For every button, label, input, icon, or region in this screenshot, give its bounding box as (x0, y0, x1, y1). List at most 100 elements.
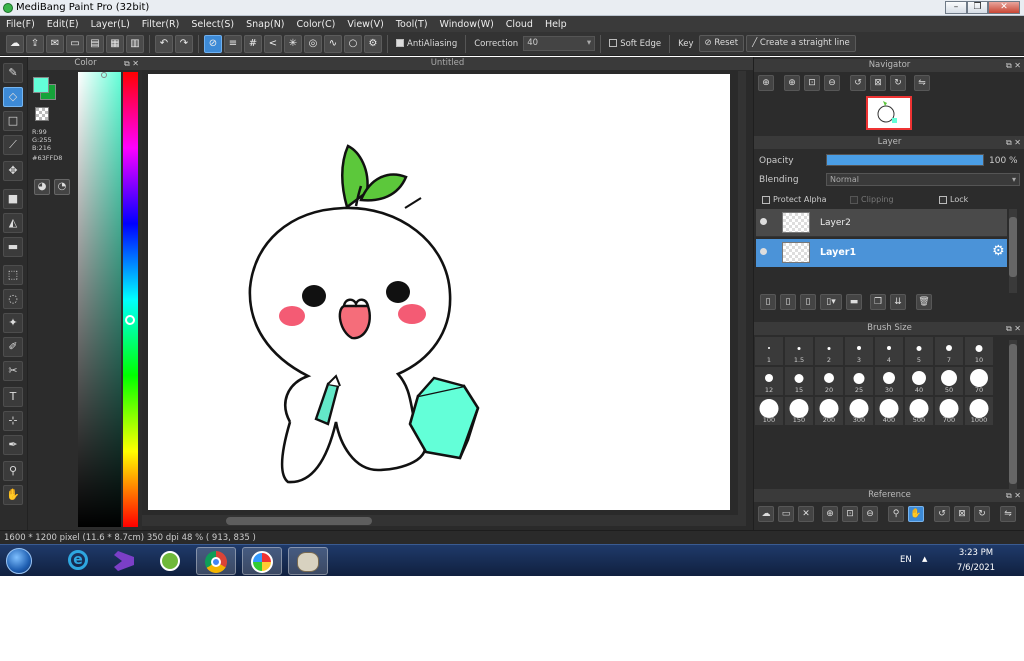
zoom-out-icon[interactable]: ⊖ (824, 75, 840, 91)
flip-horizontal-icon[interactable]: ⇋ (1000, 506, 1016, 522)
soft-edge-toggle[interactable]: Soft Edge (606, 39, 664, 49)
brush-size-option[interactable]: 20 (815, 367, 844, 396)
panel-float-close-icon[interactable]: ⧉ ✕ (1006, 322, 1021, 335)
new-layer-color-icon[interactable]: ▯ (780, 294, 796, 310)
brush-size-option[interactable]: 2 (815, 337, 844, 366)
text-tool-icon[interactable]: T (3, 387, 23, 407)
close-button[interactable]: ✕ (988, 1, 1020, 14)
rotate-right-icon[interactable]: ↻ (890, 75, 906, 91)
brush-size-option[interactable]: 500 (905, 397, 934, 426)
page-icon[interactable]: ▤ (86, 34, 104, 53)
brush-size-option[interactable]: 30 (875, 367, 904, 396)
new-layer-icon[interactable]: ▯ (760, 294, 776, 310)
rotate-right-icon[interactable]: ↻ (974, 506, 990, 522)
new-folder-icon[interactable]: ▬ (846, 294, 862, 310)
move-tool-icon[interactable]: ✥ (3, 161, 23, 181)
redo-icon[interactable]: ↷ (175, 34, 193, 53)
correction-select[interactable]: 40 (523, 36, 596, 51)
menu-help[interactable]: Help (539, 19, 573, 30)
menu-cloud[interactable]: Cloud (500, 19, 539, 30)
brush-size-option[interactable]: 50 (935, 367, 964, 396)
brush-size-option[interactable]: 200 (815, 397, 844, 426)
hand-icon[interactable]: ✋ (908, 506, 924, 522)
menu-tool[interactable]: Tool(T) (390, 19, 434, 30)
fit-window-icon[interactable]: ⊡ (842, 506, 858, 522)
drawing-canvas[interactable] (148, 74, 730, 510)
brush-size-option[interactable]: 12 (755, 367, 784, 396)
brush-size-option[interactable]: 3 (845, 337, 874, 366)
transparent-swatch[interactable] (35, 107, 49, 121)
reset-rotation-icon[interactable]: ⊠ (954, 506, 970, 522)
delete-layer-icon[interactable]: 🗑 (916, 294, 932, 310)
select-pen-tool-icon[interactable]: ✐ (3, 337, 23, 357)
opacity-slider[interactable] (826, 154, 984, 166)
new-layer-menu-icon[interactable]: ▯▾ (820, 294, 842, 310)
blending-select[interactable]: Normal ▾ (826, 173, 1020, 186)
navigator-preview[interactable] (866, 96, 912, 130)
brush-size-option[interactable]: 5 (905, 337, 934, 366)
hue-slider[interactable] (123, 72, 138, 527)
horizontal-scroll-thumb[interactable] (226, 517, 372, 525)
divide-tool-icon[interactable]: ⊹ (3, 411, 23, 431)
foreground-color-swatch[interactable] (33, 77, 49, 93)
undo-icon[interactable]: ↶ (155, 34, 173, 53)
merge-down-icon[interactable]: ⇊ (890, 294, 906, 310)
checkbox-icon[interactable] (609, 39, 618, 47)
menu-snap[interactable]: Snap(N) (240, 19, 290, 30)
grid-icon[interactable]: ▥ (126, 34, 144, 53)
protect-alpha-toggle[interactable]: Protect Alpha (762, 195, 827, 204)
brush-size-option[interactable]: 150 (785, 397, 814, 426)
bucket-tool-icon[interactable]: ◭ (3, 213, 23, 233)
menu-file[interactable]: File(F) (0, 19, 41, 30)
brush-size-option[interactable]: 1.5 (785, 337, 814, 366)
minimize-button[interactable]: – (945, 1, 967, 14)
clock-time[interactable]: 3:23 PM (946, 548, 1006, 558)
comment-icon[interactable]: ▭ (66, 34, 84, 53)
antialiasing-toggle[interactable]: AntiAliasing (393, 39, 460, 49)
rotate-left-icon[interactable]: ↺ (850, 75, 866, 91)
menu-view[interactable]: View(V) (341, 19, 389, 30)
chat-icon[interactable]: ✉ (46, 34, 64, 53)
zoom-in-icon[interactable]: ⊕ (784, 75, 800, 91)
panel-float-close-icon[interactable]: ⧉ ✕ (1006, 136, 1021, 149)
chrome-icon[interactable] (196, 547, 236, 575)
hand-tool-icon[interactable]: ✋ (3, 485, 23, 505)
panel-float-close-icon[interactable]: ⧉ ✕ (1006, 59, 1021, 72)
menu-edit[interactable]: Edit(E) (41, 19, 85, 30)
rotate-left-icon[interactable]: ↺ (934, 506, 950, 522)
lasso-tool-icon[interactable]: ◌ (3, 289, 23, 309)
create-straight-line-button[interactable]: ╱ Create a straight line (746, 35, 856, 52)
internet-explorer-icon[interactable]: e (58, 547, 98, 575)
cloud-icon[interactable]: ☁ (6, 34, 24, 53)
lock-toggle[interactable]: Lock (939, 195, 968, 204)
saturation-value-picker[interactable] (78, 72, 121, 527)
language-indicator[interactable]: EN (900, 555, 912, 565)
reset-rotation-icon[interactable]: ⊠ (870, 75, 886, 91)
new-layer-8bit-icon[interactable]: ▯ (800, 294, 816, 310)
vanishing-snap-icon[interactable]: < (264, 34, 282, 53)
menu-color[interactable]: Color(C) (291, 19, 342, 30)
curve-snap-icon[interactable]: ∿ (324, 34, 342, 53)
circle-snap-icon[interactable]: ◎ (304, 34, 322, 53)
brush-size-scrollbar[interactable] (1009, 340, 1017, 490)
flip-horizontal-icon[interactable]: ⇋ (914, 75, 930, 91)
brush-scroll-thumb[interactable] (1009, 344, 1017, 484)
eyedropper-icon[interactable]: ⚲ (888, 506, 904, 522)
pages-icon[interactable]: ▦ (106, 34, 124, 53)
layer-settings-gear-icon[interactable]: ⚙ (992, 243, 1005, 259)
brush-tool-icon[interactable]: ✎ (3, 63, 23, 83)
open-folder-icon[interactable]: ▭ (778, 506, 794, 522)
brush-size-option[interactable]: 70 (965, 367, 994, 396)
maximize-button[interactable]: ❐ (967, 1, 988, 14)
brush-size-option[interactable]: 40 (905, 367, 934, 396)
document-tab[interactable]: Untitled (142, 57, 753, 70)
magic-wand-tool-icon[interactable]: ✦ (3, 313, 23, 333)
menu-layer[interactable]: Layer(L) (85, 19, 136, 30)
select-rect-tool-icon[interactable]: ⬚ (3, 265, 23, 285)
brush-size-option[interactable]: 1 (755, 337, 784, 366)
checkbox-icon[interactable] (762, 195, 770, 204)
blur-tool-icon[interactable]: ⟋ (3, 135, 23, 155)
brush-size-option[interactable]: 300 (845, 397, 874, 426)
snap-off-icon[interactable]: ⊘ (204, 34, 222, 53)
close-reference-icon[interactable]: ✕ (798, 506, 814, 522)
